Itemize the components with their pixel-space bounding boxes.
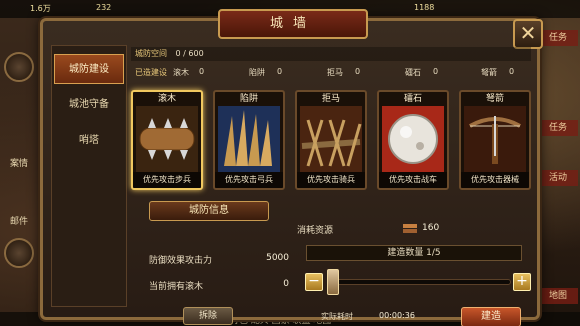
info-value: 0 xyxy=(283,279,289,289)
built-item-count: 0 xyxy=(277,67,283,76)
tab-defense-build[interactable]: 城防建设 xyxy=(54,54,124,84)
hud-chip[interactable]: 地图 xyxy=(538,288,578,304)
built-item-count: 0 xyxy=(509,67,515,76)
built-item-name: 弩箭 xyxy=(481,68,497,77)
hud-chip[interactable]: 活动 xyxy=(538,170,578,186)
main-content: 城防空间 0 / 600 已造建设 滚木 0 陷阱 0 拒马 0 礌石 0 弩箭… xyxy=(131,45,531,326)
card-caption: 优先攻击骑兵 xyxy=(297,172,365,188)
card-title: 礌石 xyxy=(403,94,422,104)
slider-handle[interactable] xyxy=(327,269,339,295)
boulder-icon xyxy=(382,106,444,172)
resource-value: 232 xyxy=(96,3,112,12)
panel-title: 城墙 xyxy=(218,9,368,39)
card-title: 滚木 xyxy=(157,94,176,104)
right-hud: 任务 任务 活动 地图 xyxy=(536,20,580,326)
built-item-name: 滚木 xyxy=(173,68,189,77)
tab-watchtower[interactable]: 哨塔 xyxy=(54,126,124,156)
card-caption: 优先攻击器械 xyxy=(461,172,529,188)
defense-card-log[interactable]: 滚木 优先攻击步兵 xyxy=(131,90,203,190)
globe-icon[interactable] xyxy=(4,52,34,82)
info-label: 当前拥有滚木 xyxy=(149,282,204,292)
decrease-button[interactable]: − xyxy=(305,273,323,291)
resource-value: 160 xyxy=(422,223,440,233)
defense-card-crossbow[interactable]: 弩箭 优先攻击器械 xyxy=(459,90,531,190)
hud-chip[interactable]: 任务 xyxy=(538,30,578,46)
built-item-name: 陷阱 xyxy=(249,68,265,77)
spike-trap-icon xyxy=(218,106,280,172)
left-hud: 案情 邮件 xyxy=(0,22,38,322)
card-title: 弩箭 xyxy=(485,94,504,104)
info-row-attack: 防御效果攻击力 5000 xyxy=(139,251,289,269)
capacity-row: 城防空间 0 / 600 xyxy=(131,47,531,61)
defense-card-list: 滚木 优先攻击步兵 陷阱 优先攻击弓兵 拒马 优先攻击骑兵 礌石 优先攻击战车 … xyxy=(131,90,531,190)
defense-card-trap[interactable]: 陷阱 优先攻击弓兵 xyxy=(213,90,285,190)
capacity-label: 城防空间 xyxy=(135,49,167,58)
built-item-name: 礌石 xyxy=(405,68,421,77)
card-caption: 优先攻击战车 xyxy=(379,172,447,188)
defense-card-barricade[interactable]: 拒马 优先攻击骑兵 xyxy=(295,90,367,190)
barricade-icon xyxy=(300,106,362,172)
built-item-count: 0 xyxy=(355,67,361,76)
info-row-owned: 当前拥有滚木 0 xyxy=(139,277,289,295)
build-count-box: 建造数量 1/5 xyxy=(306,245,522,261)
capacity-value: 0 / 600 xyxy=(175,49,204,58)
time-value: 00:00:36 xyxy=(379,311,415,320)
hud-label[interactable]: 案情 xyxy=(0,156,38,169)
sidebar: 城防建设 城池守备 哨塔 xyxy=(51,45,127,307)
hud-chip[interactable]: 任务 xyxy=(538,120,578,136)
tab-city-garrison[interactable]: 城池守备 xyxy=(54,90,124,120)
built-item-count: 0 xyxy=(433,67,439,76)
info-header: 城防信息 xyxy=(149,201,269,221)
defense-card-stone[interactable]: 礌石 优先攻击战车 xyxy=(377,90,449,190)
resource-label: 消耗资源 xyxy=(297,226,334,236)
build-button[interactable]: 建造 xyxy=(461,307,521,326)
increase-button[interactable]: + xyxy=(513,273,531,291)
resource-value: 1188 xyxy=(414,3,435,12)
resource-cost-row: 消耗资源 160 xyxy=(297,221,527,237)
built-item-name: 拒马 xyxy=(327,68,343,77)
card-title: 陷阱 xyxy=(239,94,258,104)
card-caption: 优先攻击弓兵 xyxy=(215,172,283,188)
resource-value: 1.6万 xyxy=(30,4,51,13)
wood-icon xyxy=(403,224,417,233)
build-count-slider[interactable] xyxy=(327,279,511,285)
card-title: 拒马 xyxy=(321,94,340,104)
info-value: 5000 xyxy=(266,253,289,263)
hud-label[interactable]: 邮件 xyxy=(0,214,38,227)
dismantle-button[interactable]: 拆除 xyxy=(183,307,233,325)
city-wall-panel: 城墙 ✕ 城防建设 城池守备 哨塔 城防空间 0 / 600 已造建设 滚木 0… xyxy=(40,9,543,326)
time-label: 实际耗时 xyxy=(321,312,353,321)
rolling-log-icon xyxy=(136,106,198,172)
built-item-count: 0 xyxy=(199,67,205,76)
avatar[interactable] xyxy=(4,238,34,268)
crossbow-icon xyxy=(464,106,526,172)
built-row: 已造建设 滚木 0 陷阱 0 拒马 0 礌石 0 弩箭 0 xyxy=(131,65,531,79)
info-label: 防御效果攻击力 xyxy=(149,256,213,266)
card-caption: 优先攻击步兵 xyxy=(133,172,201,188)
built-label: 已造建设 xyxy=(135,68,167,77)
